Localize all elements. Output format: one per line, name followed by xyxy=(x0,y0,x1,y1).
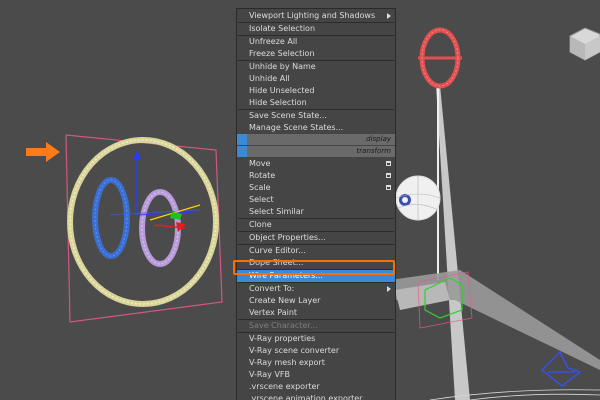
purple-ring[interactable] xyxy=(139,189,181,267)
menu-item-curve-editor[interactable]: Curve Editor... xyxy=(237,245,395,257)
menu-item-label: Create New Layer xyxy=(249,296,321,305)
blue-ring[interactable] xyxy=(92,177,130,259)
menu-item-isolate-selection[interactable]: Isolate Selection xyxy=(237,23,395,35)
menu-item-label: .vrscene exporter xyxy=(249,382,320,391)
options-box-icon[interactable] xyxy=(386,185,391,190)
menu-item-v-ray-scene-converter[interactable]: V-Ray scene converter xyxy=(237,345,395,357)
menu-item-label: Save Scene State... xyxy=(249,111,327,120)
menu-item-label: Scale xyxy=(249,183,271,192)
menu-item-vrscene-exporter[interactable]: .vrscene exporter xyxy=(237,381,395,393)
menu-item-label: Freeze Selection xyxy=(249,49,315,58)
menu-item-convert-to[interactable]: Convert To: xyxy=(237,283,395,295)
menu-item-save-scene-state[interactable]: Save Scene State... xyxy=(237,110,395,122)
menu-item-label: Hide Selection xyxy=(249,98,307,107)
quad-header-marker xyxy=(237,146,247,157)
options-box-icon[interactable] xyxy=(386,161,391,166)
quad-menu[interactable]: Viewport Lighting and Shadows Isolate Sel… xyxy=(236,8,396,400)
menu-item-unfreeze-all[interactable]: Unfreeze All xyxy=(237,36,395,48)
quad-header-marker xyxy=(237,134,247,145)
menu-item-label: V-Ray mesh export xyxy=(249,358,325,367)
menu-item-vrscene-animation-exporter[interactable]: .vrscene animation exporter xyxy=(237,393,395,400)
menu-item-save-character: Save Character... xyxy=(237,320,395,332)
menu-item-hide-unselected[interactable]: Hide Unselected xyxy=(237,85,395,97)
menu-item-label: Unhide by Name xyxy=(249,62,316,71)
menu-item-label: Save Character... xyxy=(249,321,318,330)
menu-item-label: Rotate xyxy=(249,171,276,180)
menu-item-label: Manage Scene States... xyxy=(249,123,344,132)
red-ring[interactable] xyxy=(418,27,462,89)
menu-item-label: Vertex Paint xyxy=(249,308,298,317)
options-box-icon[interactable] xyxy=(386,173,391,178)
orange-arrow-icon xyxy=(26,142,60,162)
quad-header-label: display xyxy=(366,135,391,143)
menu-item-v-ray-vfb[interactable]: V-Ray VFB xyxy=(237,369,395,381)
menu-item-hide-selection[interactable]: Hide Selection xyxy=(237,97,395,109)
menu-item-unhide-all[interactable]: Unhide All xyxy=(237,73,395,85)
menu-item-rotate[interactable]: Rotate xyxy=(237,170,395,182)
menu-item-label: Object Properties... xyxy=(249,233,326,242)
menu-item-freeze-selection[interactable]: Freeze Selection xyxy=(237,48,395,60)
menu-item-label: Hide Unselected xyxy=(249,86,315,95)
menu-item-move[interactable]: Move xyxy=(237,158,395,170)
menu-item-label: V-Ray scene converter xyxy=(249,346,340,355)
menu-item-select-similar[interactable]: Select Similar xyxy=(237,206,395,218)
menu-item-label: V-Ray properties xyxy=(249,334,316,343)
menu-item-v-ray-properties[interactable]: V-Ray properties xyxy=(237,333,395,345)
menu-item-label: Unfreeze All xyxy=(249,37,298,46)
menu-item-scale[interactable]: Scale xyxy=(237,182,395,194)
menu-item-label: Isolate Selection xyxy=(249,24,316,33)
menu-item-label: Select xyxy=(249,195,274,204)
viewport[interactable]: Viewport Lighting and Shadows Isolate Sel… xyxy=(0,0,600,400)
menu-item-viewport-lighting-and-shadows[interactable]: Viewport Lighting and Shadows xyxy=(237,10,395,22)
menu-item-v-ray-mesh-export[interactable]: V-Ray mesh export xyxy=(237,357,395,369)
menu-item-object-properties[interactable]: Object Properties... xyxy=(237,232,395,244)
menu-item-create-new-layer[interactable]: Create New Layer xyxy=(237,295,395,307)
menu-item-unhide-by-name[interactable]: Unhide by Name xyxy=(237,61,395,73)
menu-item-label: Convert To: xyxy=(249,284,295,293)
menu-item-label: .vrscene animation exporter xyxy=(249,394,363,400)
viewcube-icon[interactable] xyxy=(569,27,600,61)
menu-item-label: Clone xyxy=(249,220,272,229)
menu-item-label: Unhide All xyxy=(249,74,290,83)
highlight-annotation-box xyxy=(233,260,395,275)
menu-item-label: Viewport Lighting and Shadows xyxy=(249,11,376,20)
menu-item-label: V-Ray VFB xyxy=(249,370,291,379)
menu-item-clone[interactable]: Clone xyxy=(237,219,395,231)
white-sphere[interactable] xyxy=(395,175,441,221)
quad-header-transform: transform xyxy=(237,146,395,157)
quad-header-label: transform xyxy=(356,147,391,155)
submenu-arrow-icon xyxy=(387,286,391,292)
menu-item-select[interactable]: Select xyxy=(237,194,395,206)
menu-item-label: Select Similar xyxy=(249,207,304,216)
submenu-arrow-icon xyxy=(387,13,391,19)
pole-object[interactable] xyxy=(390,85,600,400)
quad-header-display: display xyxy=(237,134,395,145)
menu-item-label: Curve Editor... xyxy=(249,246,306,255)
menu-item-vertex-paint[interactable]: Vertex Paint xyxy=(237,307,395,319)
menu-item-manage-scene-states[interactable]: Manage Scene States... xyxy=(237,122,395,134)
menu-item-label: Move xyxy=(249,159,271,168)
